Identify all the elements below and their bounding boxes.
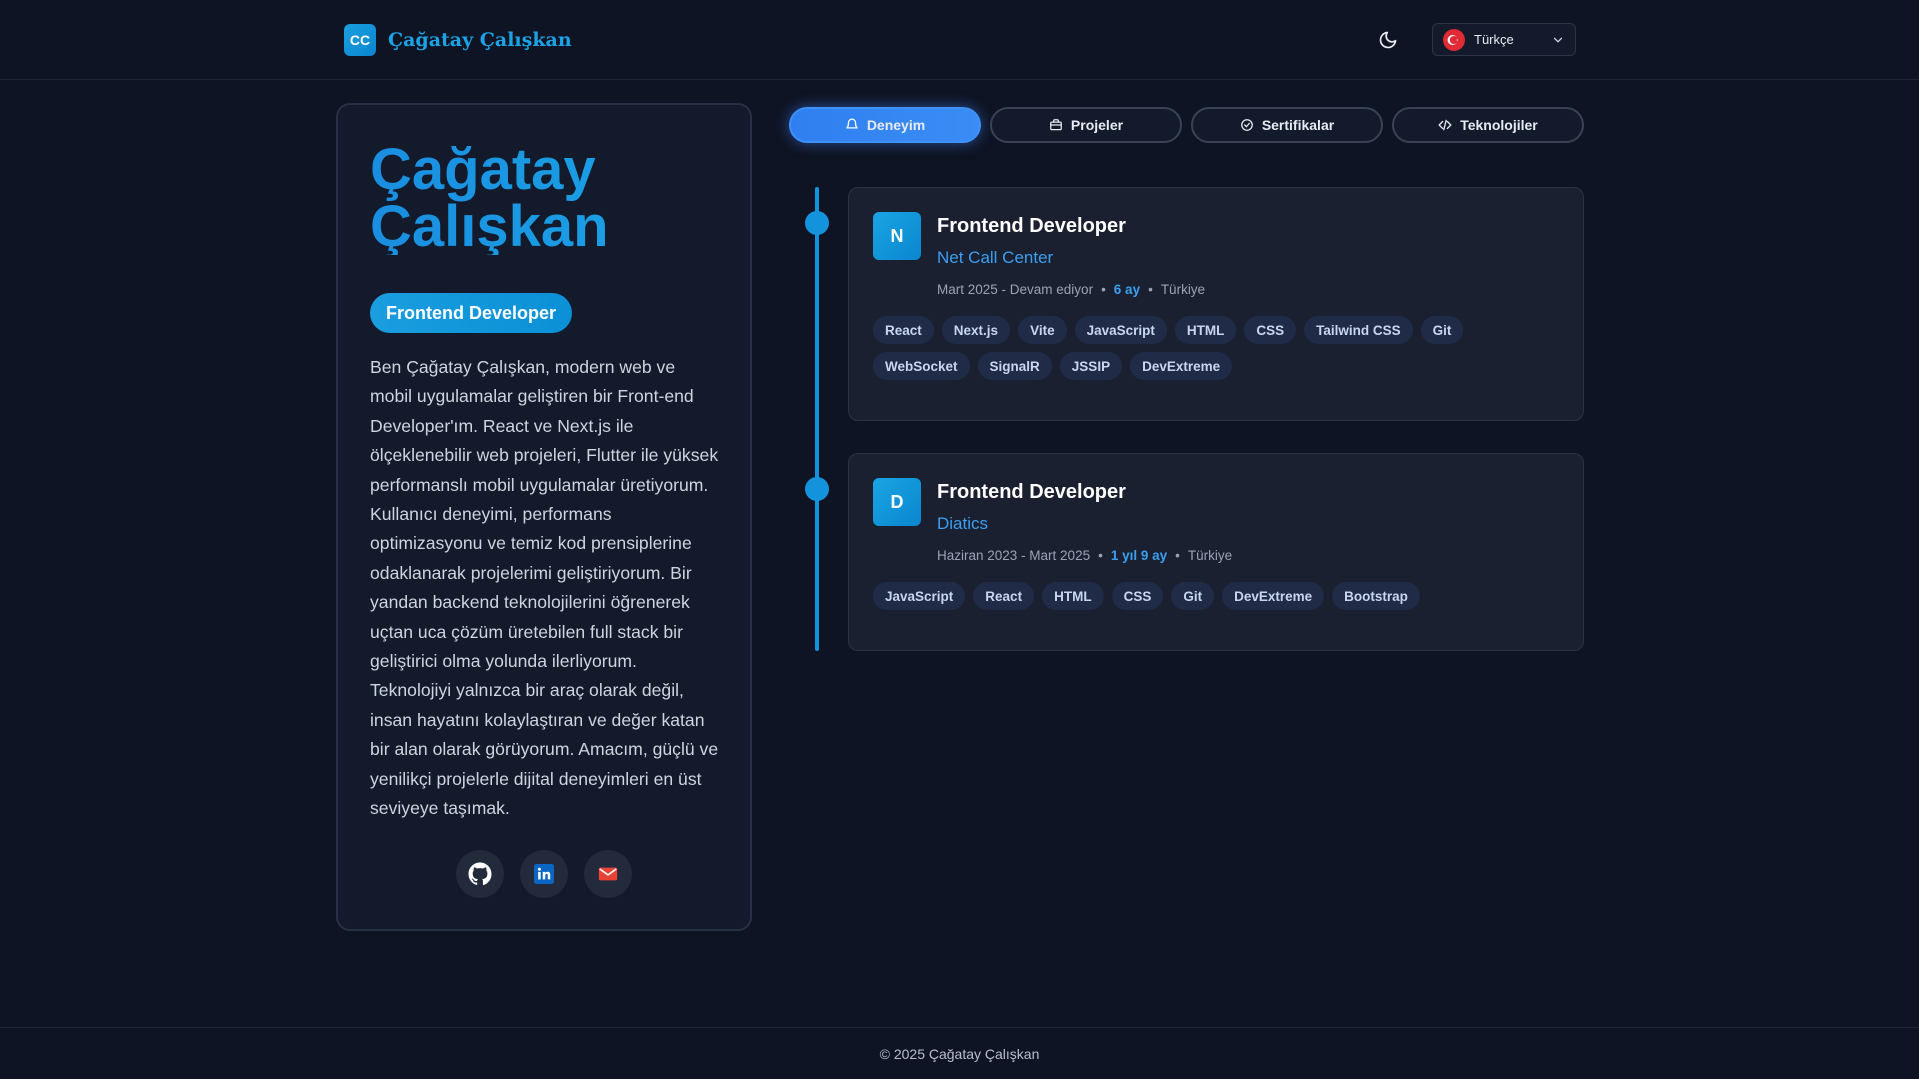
experience-card: D Frontend Developer Diatics Haziran 202… [848, 453, 1584, 651]
tech-tag: Git [1171, 582, 1215, 610]
company-name: Diatics [937, 514, 989, 533]
company-name: Net Call Center [937, 248, 1054, 267]
social-links [456, 850, 632, 898]
email-link[interactable] [584, 850, 632, 898]
linkedin-icon [534, 864, 554, 884]
job-title: Frontend Developer [937, 215, 1126, 237]
tech-tag: CSS [1244, 316, 1297, 344]
copyright-text: © 2025 Çağatay Çalışkan [879, 1045, 1040, 1062]
tech-tag: CSS [1111, 582, 1164, 610]
tab-label: Projeler [1070, 117, 1124, 133]
github-icon [468, 862, 492, 886]
mail-icon [598, 867, 618, 881]
tab-technologies[interactable]: Teknolojiler [1392, 107, 1584, 143]
company-logo: D [873, 478, 921, 526]
job-meta: Haziran 2023 - Mart 2025 • 1 yıl 9 ay • … [937, 548, 1233, 563]
tech-tag: Bootstrap [1332, 582, 1420, 610]
chevron-down-icon [1553, 37, 1563, 42]
job-title: Frontend Developer [937, 481, 1126, 503]
tech-tag: React [873, 316, 934, 344]
brand-logo: CC [344, 24, 376, 56]
tab-certificates[interactable]: Sertifikalar [1191, 107, 1383, 143]
tab-experience[interactable]: Deneyim [789, 107, 981, 143]
section-tabs: Deneyim Projeler Sertifikalar Teknolojil… [789, 107, 1584, 143]
bell-icon [845, 118, 858, 129]
tech-tag: HTML [1174, 316, 1237, 344]
language-select[interactable]: Türkçe [1432, 23, 1576, 56]
role-badge: Frontend Developer [370, 293, 573, 333]
check-circle-icon [1240, 119, 1253, 131]
tech-tag: Next.js [941, 316, 1011, 344]
moon-icon [1379, 31, 1397, 49]
job-duration: 6 ay [1113, 282, 1141, 297]
profile-bio: Ben Çağatay Çalışkan, modern web ve mobi… [370, 357, 719, 819]
company-logo: N [873, 212, 921, 260]
timeline-dot [805, 477, 829, 501]
github-link[interactable] [456, 850, 504, 898]
profile-name-line1: Çağatay [370, 137, 596, 202]
tech-tag: Git [1420, 316, 1464, 344]
job-duration: 1 yıl 9 ay [1110, 548, 1168, 563]
tech-tag: JavaScript [873, 582, 966, 610]
job-location: Türkiye [1160, 282, 1206, 297]
job-location: Türkiye [1187, 548, 1233, 563]
language-label: Türkçe [1474, 32, 1514, 47]
code-icon [1438, 119, 1452, 131]
briefcase-icon [1050, 119, 1062, 131]
tech-tag: Vite [1018, 316, 1067, 344]
tech-tag: Tailwind CSS [1304, 316, 1413, 344]
brand[interactable]: CC Çağatay Çalışkan [344, 24, 572, 56]
timeline-line [815, 187, 819, 651]
job-period: Haziran 2023 - Mart 2025 [937, 548, 1091, 563]
timeline-dot [805, 211, 829, 235]
footer: © 2025 Çağatay Çalışkan [0, 1027, 1919, 1079]
tab-label: Sertifikalar [1261, 117, 1335, 133]
tech-tag: WebSocket [873, 352, 970, 380]
tech-tag: HTML [1042, 582, 1104, 610]
tab-projects[interactable]: Projeler [990, 107, 1182, 143]
linkedin-link[interactable] [520, 850, 568, 898]
tech-tag: React [973, 582, 1035, 610]
experience-card: N Frontend Developer Net Call Center Mar… [848, 187, 1584, 421]
tech-tag: JavaScript [1074, 316, 1167, 344]
tech-tag: DevExtreme [1222, 582, 1325, 610]
turkey-flag-icon [1443, 28, 1465, 51]
tech-tag: SignalR [977, 352, 1052, 380]
job-period: Mart 2025 - Devam ediyor [937, 282, 1094, 297]
profile-name-line2: Çalışkan [370, 194, 609, 259]
tech-tag: JSSIP [1059, 352, 1123, 380]
job-meta: Mart 2025 - Devam ediyor • 6 ay • Türkiy… [937, 282, 1206, 297]
tab-label: Teknolojiler [1460, 117, 1538, 133]
brand-name: Çağatay Çalışkan [388, 29, 572, 51]
profile-name: Çağatay Çalışkan [370, 141, 730, 255]
tech-tags: JavaScript React HTML CSS Git DevExtreme… [873, 582, 1563, 610]
tech-tag: DevExtreme [1130, 352, 1233, 380]
tab-label: Deneyim [866, 117, 926, 133]
profile-card: Çağatay Çalışkan Frontend Developer Ben … [336, 103, 752, 931]
theme-toggle-button[interactable] [1372, 24, 1404, 56]
tech-tags: React Next.js Vite JavaScript HTML CSS T… [873, 316, 1563, 380]
top-header: CC Çağatay Çalışkan Türkçe [0, 0, 1919, 80]
